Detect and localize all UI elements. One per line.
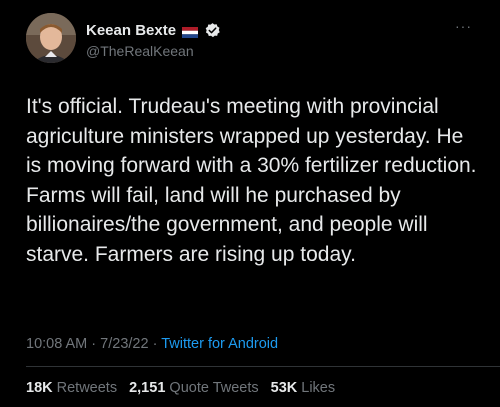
meta-separator: · <box>91 336 97 352</box>
tweet-date[interactable]: 7/23/22 <box>100 336 148 352</box>
more-options-icon[interactable]: ··· <box>455 18 472 34</box>
tweet-source-link[interactable]: Twitter for Android <box>161 336 278 352</box>
tweet-meta: 10:08 AM · 7/23/22 · Twitter for Android <box>26 336 278 352</box>
quote-tweets-stat[interactable]: 2,151 Quote Tweets <box>129 380 259 396</box>
netherlands-flag-icon <box>182 25 199 38</box>
avatar-image <box>26 13 76 63</box>
meta-separator: · <box>152 336 158 352</box>
tweet-time[interactable]: 10:08 AM <box>26 336 87 352</box>
likes-stat[interactable]: 53K Likes <box>271 380 336 396</box>
retweets-stat[interactable]: 18K Retweets <box>26 380 117 396</box>
tweet-text: It's official. Trudeau's meeting with pr… <box>26 95 483 266</box>
likes-count: 53K <box>270 380 298 396</box>
user-handle[interactable]: @TheRealKeean <box>86 43 194 59</box>
quote-tweets-count: 2,151 <box>129 380 166 396</box>
engagement-stats: 18K Retweets 2,151 Quote Tweets 53K Like… <box>26 380 341 396</box>
likes-label: Likes <box>301 380 336 396</box>
retweets-label: Retweets <box>56 380 118 396</box>
user-name-row: Keean Bexte <box>86 22 221 39</box>
tweet: Keean Bexte @TheRealKeean ··· It's offic… <box>0 0 500 407</box>
verified-badge-icon <box>204 22 221 39</box>
display-name[interactable]: Keean Bexte <box>86 22 176 39</box>
quote-tweets-label: Quote Tweets <box>169 380 259 396</box>
divider <box>26 366 500 367</box>
retweets-count: 18K <box>26 380 53 396</box>
avatar[interactable] <box>26 13 76 63</box>
